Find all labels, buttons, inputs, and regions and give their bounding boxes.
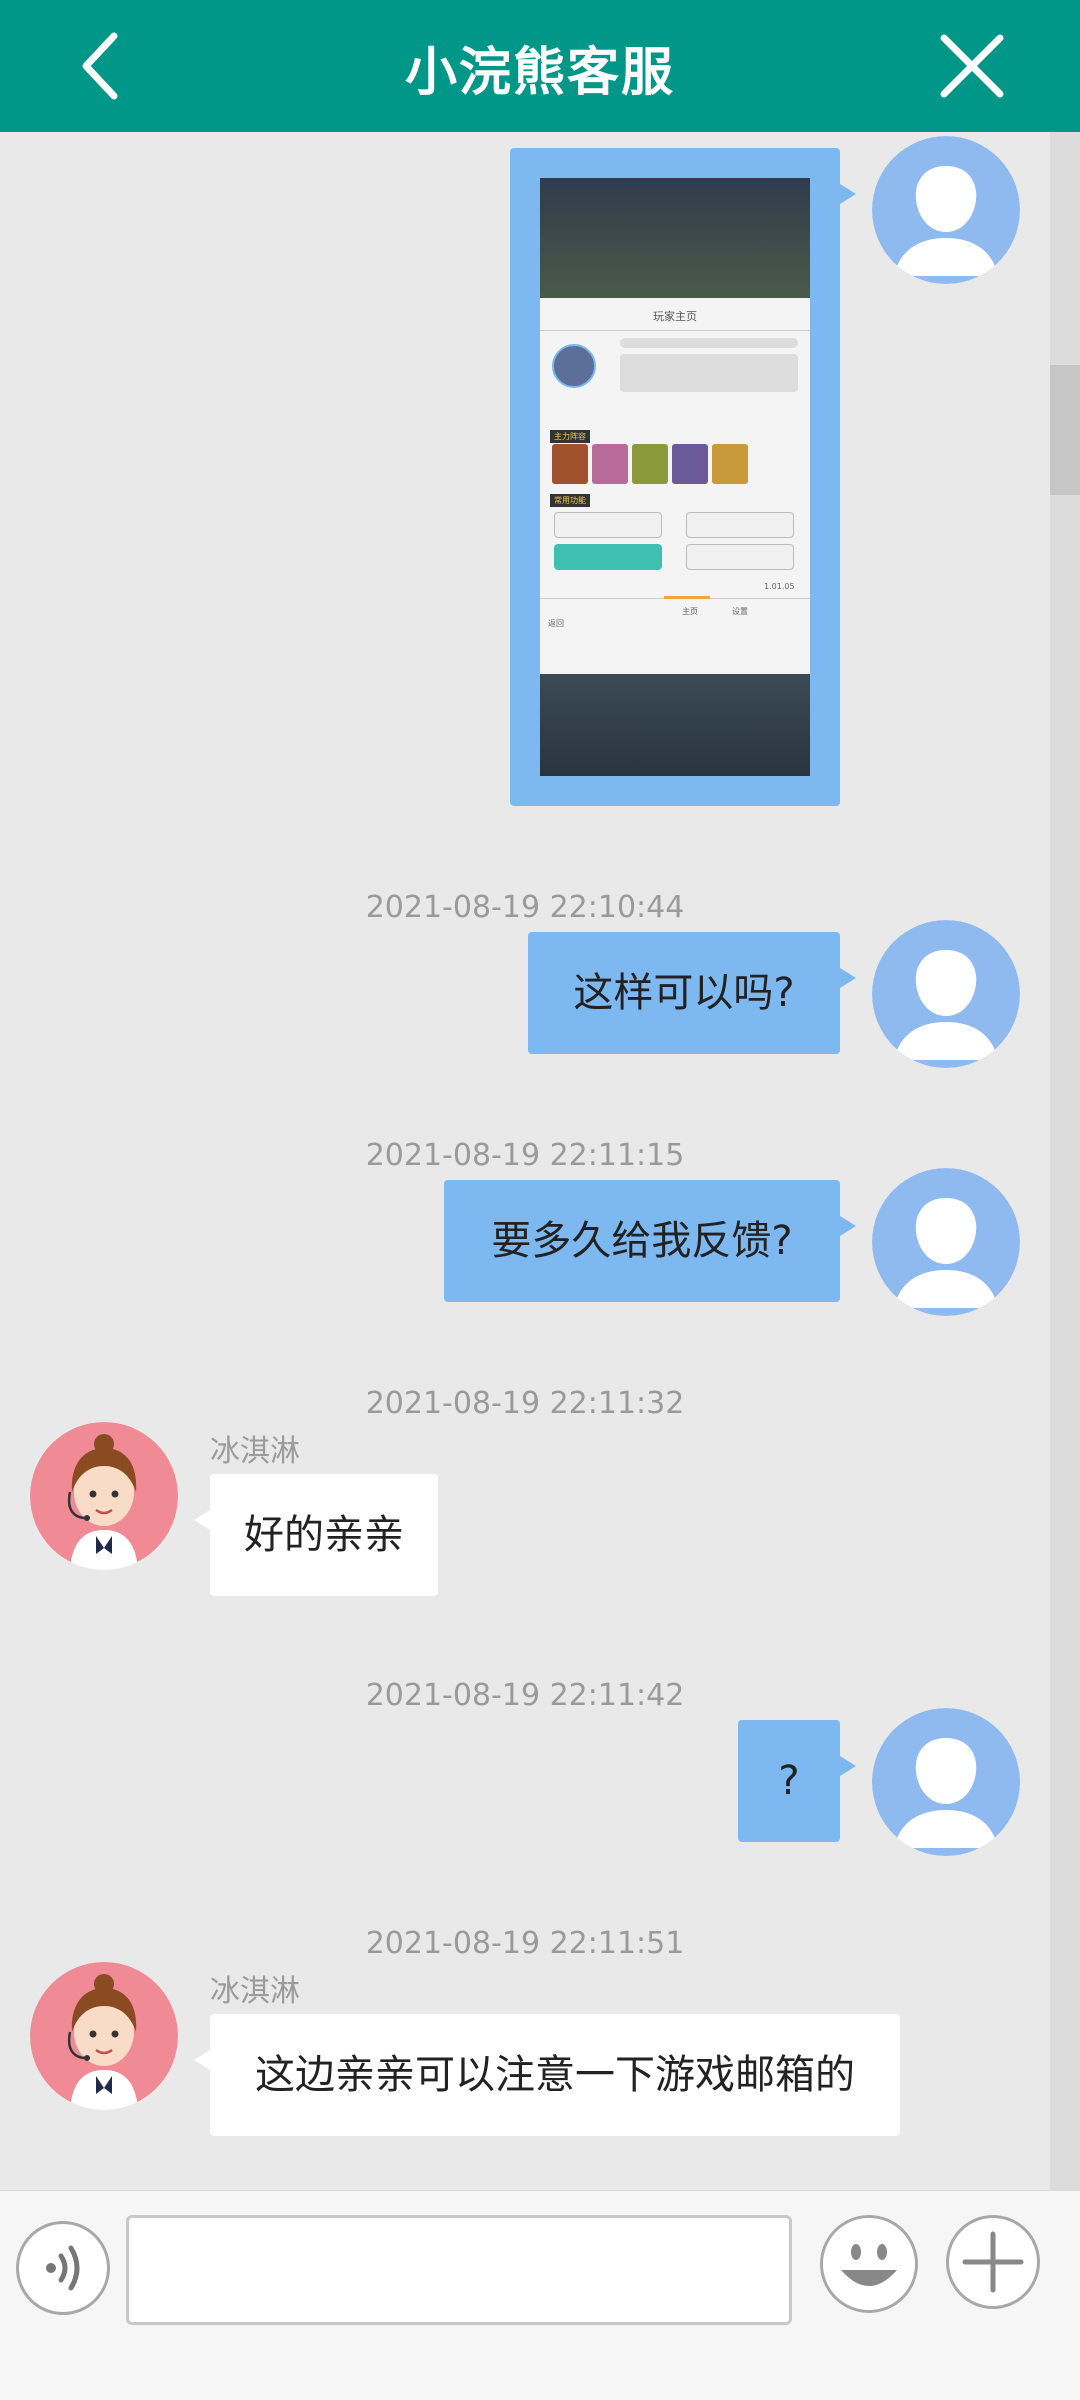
screenshot-version: 1.01.05 bbox=[764, 582, 795, 591]
input-toolbar bbox=[0, 2190, 1080, 2400]
emoji-icon bbox=[823, 2218, 915, 2310]
message-timestamp: 2021-08-19 22:11:15 bbox=[365, 1138, 685, 1173]
chat-scrollbar-thumb[interactable] bbox=[1050, 365, 1080, 495]
agent-avatar-icon bbox=[30, 1422, 178, 1570]
agent-avatar-icon bbox=[30, 1962, 178, 2110]
user-avatar-icon bbox=[872, 1708, 1020, 1856]
my-avatar[interactable] bbox=[872, 920, 1020, 1068]
screenshot-player-avatar bbox=[552, 344, 596, 388]
plus-icon bbox=[962, 2231, 1024, 2293]
screenshot-tag-common: 常用功能 bbox=[550, 494, 590, 507]
screenshot-game-scene bbox=[540, 178, 810, 298]
header-bar: 小浣熊客服 bbox=[0, 0, 1080, 132]
user-avatar-icon bbox=[872, 136, 1020, 284]
plus-button[interactable] bbox=[946, 2215, 1040, 2309]
emoji-button[interactable] bbox=[820, 2215, 918, 2313]
close-button[interactable] bbox=[934, 28, 1010, 104]
image-message-bubble[interactable]: 玩家主页 主力阵容 常用功能 1.01.05 返回 主页 设置 bbox=[510, 148, 856, 806]
screenshot-panel-title: 玩家主页 bbox=[653, 310, 697, 323]
user-avatar-icon bbox=[872, 920, 1020, 1068]
game-screenshot-image[interactable]: 玩家主页 主力阵容 常用功能 1.01.05 返回 主页 设置 bbox=[540, 178, 810, 776]
page-title: 小浣熊客服 bbox=[404, 43, 675, 103]
my-message-bubble[interactable]: 这样可以吗? bbox=[528, 932, 856, 1054]
agent-message-bubble[interactable]: 好的亲亲 bbox=[194, 1474, 438, 1596]
my-avatar[interactable] bbox=[872, 1708, 1020, 1856]
message-timestamp: 2021-08-19 22:11:42 bbox=[365, 1678, 685, 1713]
screenshot-game-bottom bbox=[540, 674, 810, 776]
screenshot-tag-main: 主力阵容 bbox=[550, 430, 590, 443]
screenshot-tab-settings: 设置 bbox=[732, 607, 748, 616]
agent-avatar[interactable] bbox=[30, 1422, 178, 1570]
close-icon bbox=[940, 34, 1004, 98]
screenshot-player-panel: 玩家主页 主力阵容 常用功能 1.01.05 返回 主页 设置 bbox=[540, 298, 810, 674]
screenshot-tab-home: 主页 bbox=[682, 607, 698, 616]
screenshot-back-label: 返回 bbox=[548, 619, 564, 628]
agent-avatar[interactable] bbox=[30, 1962, 178, 2110]
voice-icon bbox=[46, 2245, 80, 2291]
voice-button[interactable] bbox=[16, 2221, 110, 2315]
message-timestamp: 2021-08-19 22:10:44 bbox=[365, 890, 685, 925]
message-timestamp: 2021-08-19 22:11:51 bbox=[365, 1926, 685, 1961]
agent-name: 冰淇淋 bbox=[210, 1434, 300, 1469]
user-avatar-icon bbox=[872, 1168, 1020, 1316]
message-timestamp: 2021-08-19 22:11:32 bbox=[365, 1386, 685, 1421]
agent-name: 冰淇淋 bbox=[210, 1974, 300, 2009]
my-avatar[interactable] bbox=[872, 136, 1020, 284]
agent-message-bubble[interactable]: 这边亲亲可以注意一下游戏邮箱的 bbox=[194, 2014, 900, 2136]
my-message-bubble[interactable]: 要多久给我反馈? bbox=[444, 1180, 856, 1302]
my-avatar[interactable] bbox=[872, 1168, 1020, 1316]
message-input[interactable] bbox=[126, 2215, 792, 2325]
chat-area[interactable]: 玩家主页 主力阵容 常用功能 1.01.05 返回 主页 设置 2021-08-… bbox=[0, 0, 1050, 2190]
my-message-bubble[interactable]: ? bbox=[738, 1720, 856, 1842]
